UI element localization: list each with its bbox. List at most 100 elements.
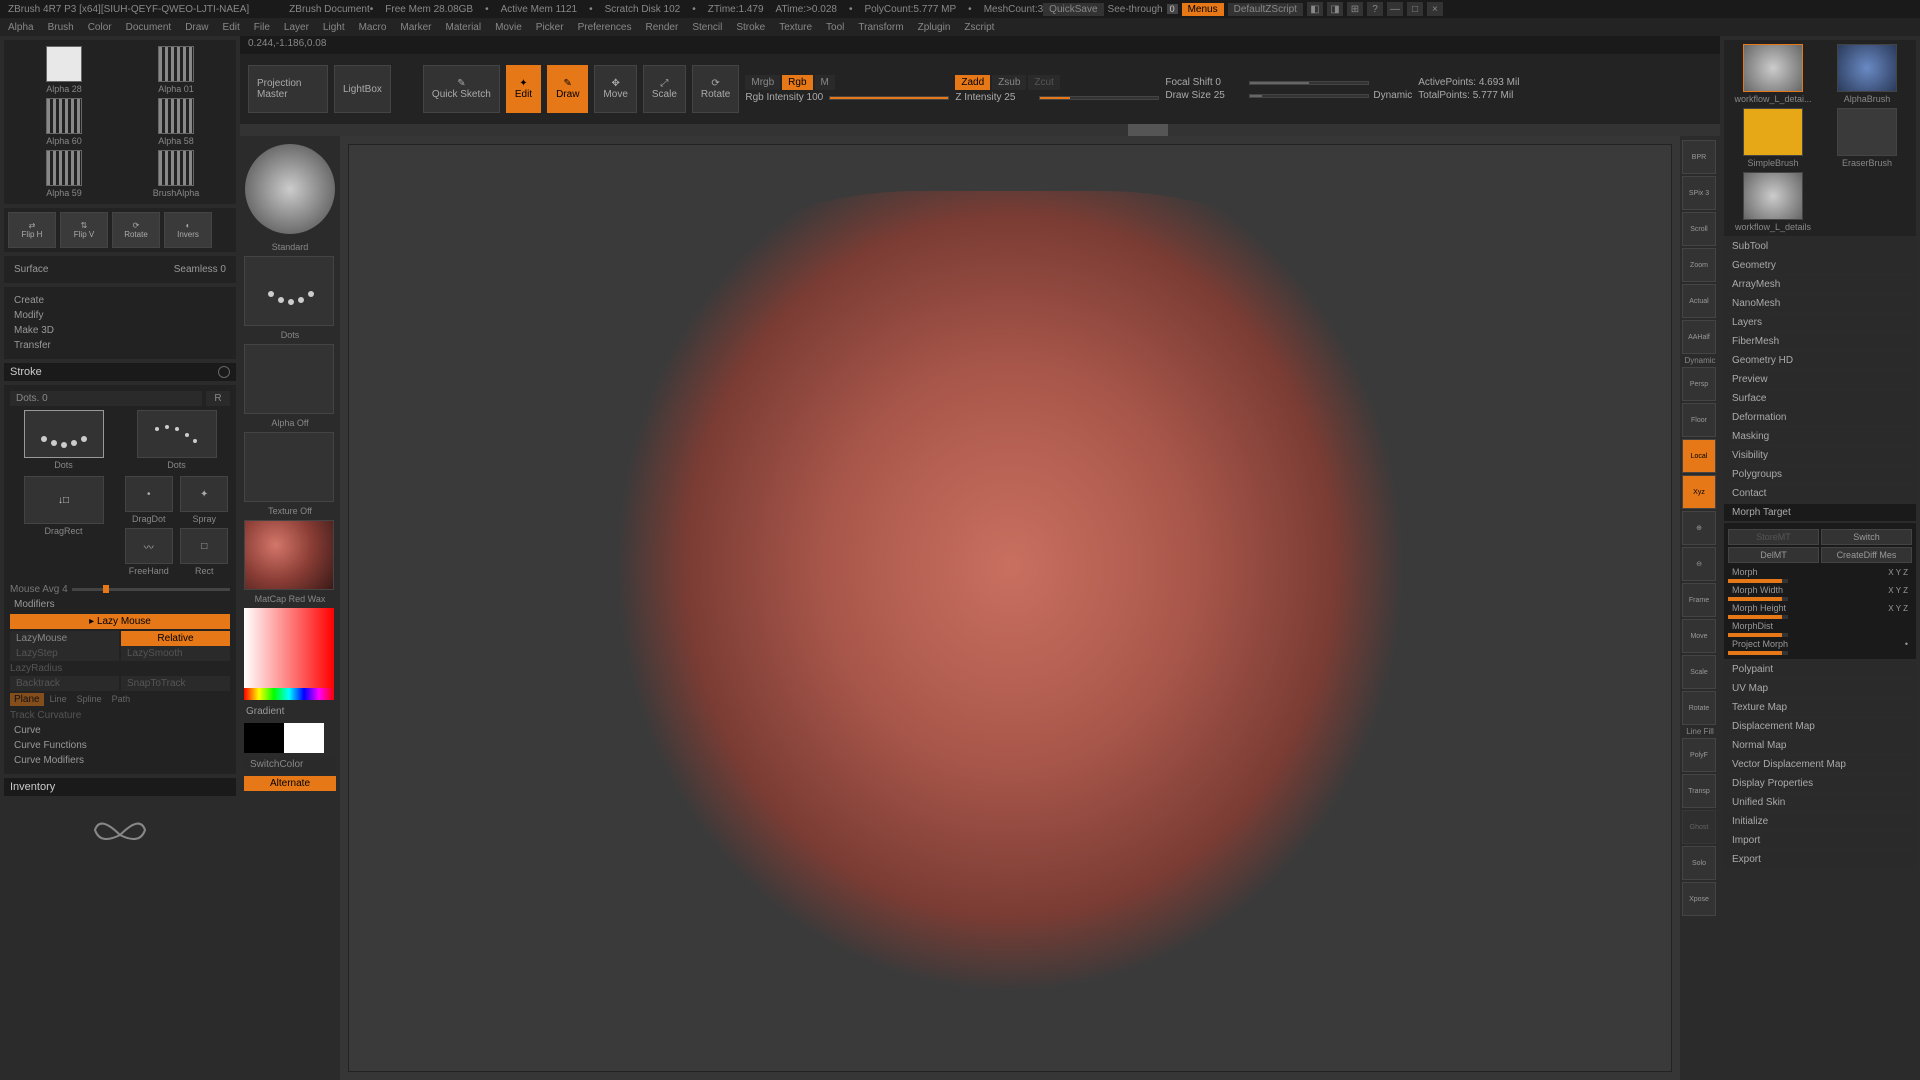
alpha-swatch[interactable]: [46, 46, 82, 82]
hue-strip[interactable]: [244, 688, 334, 700]
nanomesh-panel[interactable]: NanoMesh: [1724, 295, 1916, 312]
stroke-dots-alt[interactable]: [137, 410, 217, 458]
transfer-action[interactable]: Transfer: [10, 338, 230, 353]
scale-view-button[interactable]: Scale: [1682, 655, 1716, 689]
seamless-label[interactable]: Seamless 0: [174, 264, 226, 275]
move-button[interactable]: ✥Move: [594, 65, 636, 113]
lazymouse-header[interactable]: ▸ Lazy Mouse: [10, 614, 230, 629]
contact-panel[interactable]: Contact: [1724, 485, 1916, 502]
cam-button-2[interactable]: ⊖: [1682, 547, 1716, 581]
spix-button[interactable]: SPix 3: [1682, 176, 1716, 210]
menu-document[interactable]: Document: [126, 22, 172, 33]
menu-brush[interactable]: Brush: [48, 22, 74, 33]
menu-movie[interactable]: Movie: [495, 22, 522, 33]
menu-color[interactable]: Color: [88, 22, 112, 33]
lazystep[interactable]: LazyStep: [10, 646, 119, 661]
layers-panel[interactable]: Layers: [1724, 314, 1916, 331]
storemt-button[interactable]: StoreMT: [1728, 529, 1819, 545]
morph-slider[interactable]: Morph: [1732, 567, 1888, 577]
menu-alpha[interactable]: Alpha: [8, 22, 34, 33]
export-panel[interactable]: Export: [1724, 851, 1916, 868]
maximize-button[interactable]: □: [1407, 2, 1423, 16]
horizontal-scrollbar[interactable]: [240, 124, 1720, 136]
draw-button[interactable]: ✎Draw: [547, 65, 588, 113]
close-button[interactable]: ×: [1427, 2, 1443, 16]
modify-action[interactable]: Modify: [10, 308, 230, 323]
displacement-panel[interactable]: Displacement Map: [1724, 718, 1916, 735]
zcut-button[interactable]: Zcut: [1028, 75, 1059, 90]
win-btn-1[interactable]: ◧: [1307, 2, 1323, 16]
displayprops-panel[interactable]: Display Properties: [1724, 775, 1916, 792]
scale-button[interactable]: ⤢Scale: [643, 65, 686, 113]
menu-light[interactable]: Light: [323, 22, 345, 33]
alpha-swatch[interactable]: [158, 150, 194, 186]
menu-material[interactable]: Material: [446, 22, 482, 33]
floor-button[interactable]: Floor: [1682, 403, 1716, 437]
curvefn-header[interactable]: Curve Functions: [10, 738, 230, 753]
menus-button[interactable]: Menus: [1182, 3, 1224, 16]
stroke-dragdot[interactable]: •: [125, 476, 173, 512]
flip-v-button[interactable]: ⇅Flip V: [60, 212, 108, 248]
win-btn-2[interactable]: ◨: [1327, 2, 1343, 16]
menu-transform[interactable]: Transform: [858, 22, 903, 33]
create-action[interactable]: Create: [10, 293, 230, 308]
stroke-spray[interactable]: ✦: [180, 476, 228, 512]
zadd-button[interactable]: Zadd: [955, 75, 990, 90]
scroll-button[interactable]: Scroll: [1682, 212, 1716, 246]
modifiers-header[interactable]: Modifiers: [10, 597, 230, 612]
menu-layer[interactable]: Layer: [284, 22, 309, 33]
menu-zplugin[interactable]: Zplugin: [918, 22, 951, 33]
menu-stencil[interactable]: Stencil: [692, 22, 722, 33]
menu-zscript[interactable]: Zscript: [964, 22, 994, 33]
deformation-panel[interactable]: Deformation: [1724, 409, 1916, 426]
polygroups-panel[interactable]: Polygroups: [1724, 466, 1916, 483]
delmt-button[interactable]: DelMT: [1728, 547, 1819, 563]
transp-button[interactable]: Transp: [1682, 774, 1716, 808]
stroke-dragrect[interactable]: ↓□: [24, 476, 104, 524]
viewport-canvas[interactable]: [348, 144, 1672, 1072]
texture-thumb[interactable]: [244, 432, 334, 502]
quicksketch-button[interactable]: ✎Quick Sketch: [423, 65, 500, 113]
edit-button[interactable]: ✦Edit: [506, 65, 541, 113]
curve-header[interactable]: Curve: [10, 723, 230, 738]
local-button[interactable]: Local: [1682, 439, 1716, 473]
tool-thumb[interactable]: [1837, 44, 1897, 92]
rotate-view-button[interactable]: Rotate: [1682, 691, 1716, 725]
rgb-intensity[interactable]: Rgb Intensity 100: [745, 92, 825, 103]
gradient-label[interactable]: Gradient: [244, 704, 336, 719]
seethrough-value[interactable]: 0: [1167, 4, 1178, 14]
lazysmooth[interactable]: LazySmooth: [121, 646, 230, 661]
arraymesh-panel[interactable]: ArrayMesh: [1724, 276, 1916, 293]
inventory-header[interactable]: Inventory: [4, 778, 236, 796]
alternate-button[interactable]: Alternate: [244, 776, 336, 791]
mrgb-button[interactable]: Mrgb: [745, 75, 780, 90]
morphheight-slider[interactable]: Morph Height: [1732, 603, 1888, 613]
morphtarget-header[interactable]: Morph Target: [1724, 504, 1916, 521]
z-intensity[interactable]: Z Intensity 25: [955, 92, 1035, 103]
lightbox-button[interactable]: LightBox: [334, 65, 391, 113]
frame-button[interactable]: Frame: [1682, 583, 1716, 617]
curvemod-header[interactable]: Curve Modifiers: [10, 753, 230, 768]
stroke-dots[interactable]: [24, 410, 104, 458]
rgb-button[interactable]: Rgb: [782, 75, 812, 90]
rotate-button[interactable]: ⟳Rotate: [112, 212, 160, 248]
switch-button[interactable]: Switch: [1821, 529, 1912, 545]
subtool-panel[interactable]: SubTool: [1724, 238, 1916, 255]
menu-render[interactable]: Render: [646, 22, 679, 33]
quicksave-button[interactable]: QuickSave: [1043, 3, 1103, 16]
snaptotrack[interactable]: SnapToTrack: [121, 676, 230, 691]
default-script[interactable]: DefaultZScript: [1228, 3, 1303, 16]
creatediff-button[interactable]: CreateDiff Mes: [1821, 547, 1912, 563]
r-button[interactable]: R: [206, 391, 230, 406]
menu-draw[interactable]: Draw: [185, 22, 208, 33]
rotate-button[interactable]: ⟳Rotate: [692, 65, 739, 113]
normalmap-panel[interactable]: Normal Map: [1724, 737, 1916, 754]
stroke-rect[interactable]: □: [180, 528, 228, 564]
stroke-thumb[interactable]: [244, 256, 334, 326]
alpha-swatch[interactable]: [158, 98, 194, 134]
stroke-freehand[interactable]: 〰: [125, 528, 173, 564]
make3d-action[interactable]: Make 3D: [10, 323, 230, 338]
aahalf-button[interactable]: AAHalf: [1682, 320, 1716, 354]
vdm-panel[interactable]: Vector Displacement Map: [1724, 756, 1916, 773]
morphwidth-slider[interactable]: Morph Width: [1732, 585, 1888, 595]
